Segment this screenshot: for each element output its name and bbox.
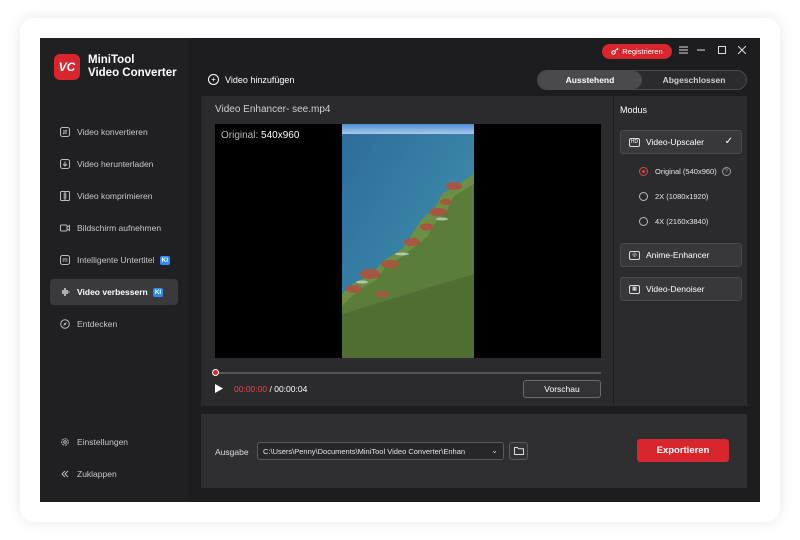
export-button[interactable]: Exportieren bbox=[637, 439, 729, 462]
enhance-icon bbox=[60, 287, 70, 297]
video-frame-image bbox=[342, 124, 474, 358]
record-icon bbox=[60, 223, 70, 233]
preview-button[interactable]: Vorschau bbox=[523, 380, 601, 398]
video-upscaler-button[interactable]: HD Video-Upscaler ✓ bbox=[620, 130, 742, 154]
original-resolution: 540x960 bbox=[261, 130, 300, 141]
key-icon bbox=[611, 47, 619, 57]
gear-icon bbox=[60, 437, 70, 447]
video-denoiser-button[interactable]: ▦ Video-Denoiser bbox=[620, 277, 742, 301]
sidebar-item-record[interactable]: Bildschirm aufnehmen bbox=[50, 215, 178, 241]
collapse-label: Zuklappen bbox=[77, 469, 117, 479]
tab-pending[interactable]: Ausstehend bbox=[538, 71, 642, 89]
denoise-icon: ▦ bbox=[629, 284, 640, 294]
anime-enhancer-button[interactable]: ◎ Anime-Enhancer bbox=[620, 243, 742, 267]
app-logo: VC MiniTool Video Converter bbox=[54, 54, 177, 80]
ki-badge: KI bbox=[159, 255, 170, 265]
file-title: Video Enhancer- see.mp4 bbox=[215, 104, 331, 115]
tab-completed[interactable]: Abgeschlossen bbox=[642, 71, 746, 89]
option-original[interactable]: Original (540x960) ? bbox=[639, 167, 731, 176]
output-path-select[interactable]: C:\Users\Penny\Documents\MiniTool Video … bbox=[257, 442, 504, 460]
maximize-icon[interactable] bbox=[716, 44, 728, 56]
add-video-button[interactable]: + Video hinzufügen bbox=[208, 74, 294, 85]
ki-badge: KI bbox=[152, 287, 164, 297]
hd-icon: HD bbox=[629, 137, 640, 147]
output-bar: Ausgabe C:\Users\Penny\Documents\MiniToo… bbox=[201, 414, 747, 488]
sidebar-item-download[interactable]: Video herunterladen bbox=[50, 151, 178, 177]
denoiser-label: Video-Denoiser bbox=[646, 284, 705, 294]
enhancer-panel: Video Enhancer- see.mp4 Original: 540x96… bbox=[201, 96, 747, 406]
sidebar-item-convert[interactable]: Video konvertieren bbox=[50, 119, 178, 145]
output-path: C:\Users\Penny\Documents\MiniTool Video … bbox=[263, 446, 466, 456]
minimize-icon[interactable] bbox=[695, 44, 707, 56]
sidebar-item-label: Video komprimieren bbox=[77, 191, 153, 201]
option-label: 4X (2160x3840) bbox=[655, 217, 709, 226]
option-label: 2X (1080x1920) bbox=[655, 192, 709, 201]
register-button[interactable]: Registrieren bbox=[602, 44, 672, 59]
sidebar-item-explore[interactable]: Entdecken bbox=[50, 311, 178, 337]
sidebar: VC MiniTool Video Converter Video konver… bbox=[40, 38, 188, 502]
option-4x[interactable]: 4X (2160x3840) bbox=[639, 217, 708, 226]
panel-divider bbox=[613, 96, 614, 406]
settings-button[interactable]: Einstellungen bbox=[60, 432, 128, 452]
help-icon[interactable]: ? bbox=[721, 167, 731, 176]
playback-progress-bar[interactable] bbox=[212, 369, 601, 376]
check-icon: ✓ bbox=[724, 136, 733, 147]
play-button[interactable] bbox=[215, 384, 223, 395]
radio-selected[interactable] bbox=[639, 167, 648, 176]
radio-unselected[interactable] bbox=[639, 192, 648, 201]
anime-icon: ◎ bbox=[629, 250, 640, 260]
output-label: Ausgabe bbox=[215, 447, 249, 457]
option-2x[interactable]: 2X (1080x1920) bbox=[639, 192, 708, 201]
menu-icon[interactable] bbox=[677, 44, 689, 56]
sidebar-nav: Video konvertieren Video herunterladen V… bbox=[50, 119, 178, 343]
sidebar-item-label: Video konvertieren bbox=[77, 127, 148, 137]
chevron-down-icon: ⌄ bbox=[491, 446, 498, 455]
logo-icon: VC bbox=[54, 54, 80, 80]
current-time: 00:00:00 bbox=[234, 384, 268, 394]
status-tabs: Ausstehend Abgeschlossen bbox=[537, 70, 747, 90]
sidebar-item-label: Entdecken bbox=[77, 319, 118, 329]
compress-icon bbox=[60, 191, 70, 201]
app-title-line1: MiniTool bbox=[88, 54, 135, 66]
time-separator: / bbox=[269, 384, 272, 394]
sidebar-item-subtitles[interactable]: Intelligente Untertitel KI bbox=[50, 247, 178, 273]
settings-label: Einstellungen bbox=[77, 437, 129, 447]
collapse-button[interactable]: Zuklappen bbox=[60, 464, 128, 484]
sidebar-item-enhance[interactable]: Video verbessern KI bbox=[50, 279, 178, 305]
convert-icon bbox=[60, 127, 70, 137]
upscaler-label: Video-Upscaler bbox=[646, 137, 704, 147]
mode-heading: Modus bbox=[620, 105, 648, 115]
sidebar-item-label: Intelligente Untertitel bbox=[77, 255, 155, 265]
progress-handle[interactable] bbox=[212, 369, 219, 376]
sidebar-item-label: Bildschirm aufnehmen bbox=[77, 223, 162, 233]
sidebar-item-label: Video herunterladen bbox=[77, 159, 154, 169]
play-icon bbox=[215, 384, 223, 393]
total-time: 00:00:04 bbox=[274, 384, 308, 394]
sidebar-item-label: Video verbessern bbox=[77, 287, 148, 297]
app-window: VC MiniTool Video Converter Video konver… bbox=[40, 38, 760, 502]
app-title-line2: Video Converter bbox=[88, 67, 177, 79]
option-label: Original (540x960) bbox=[655, 167, 717, 176]
close-icon[interactable] bbox=[736, 44, 748, 56]
plus-circle-icon: + bbox=[208, 74, 219, 85]
folder-icon bbox=[513, 447, 524, 455]
add-video-label: Video hinzufügen bbox=[225, 74, 295, 85]
anime-label: Anime-Enhancer bbox=[646, 250, 710, 260]
video-preview: Original: 540x960 bbox=[215, 124, 601, 358]
sidebar-item-compress[interactable]: Video komprimieren bbox=[50, 183, 178, 209]
open-folder-button[interactable] bbox=[509, 442, 528, 460]
register-label: Registrieren bbox=[622, 47, 663, 56]
radio-unselected[interactable] bbox=[639, 217, 648, 226]
subtitle-icon bbox=[60, 255, 70, 265]
explore-icon bbox=[60, 319, 70, 329]
time-display: 00:00:00 / 00:00:04 bbox=[234, 384, 307, 394]
double-chevron-left-icon bbox=[60, 469, 70, 479]
download-icon bbox=[60, 159, 70, 169]
original-prefix: Original: bbox=[221, 130, 259, 141]
